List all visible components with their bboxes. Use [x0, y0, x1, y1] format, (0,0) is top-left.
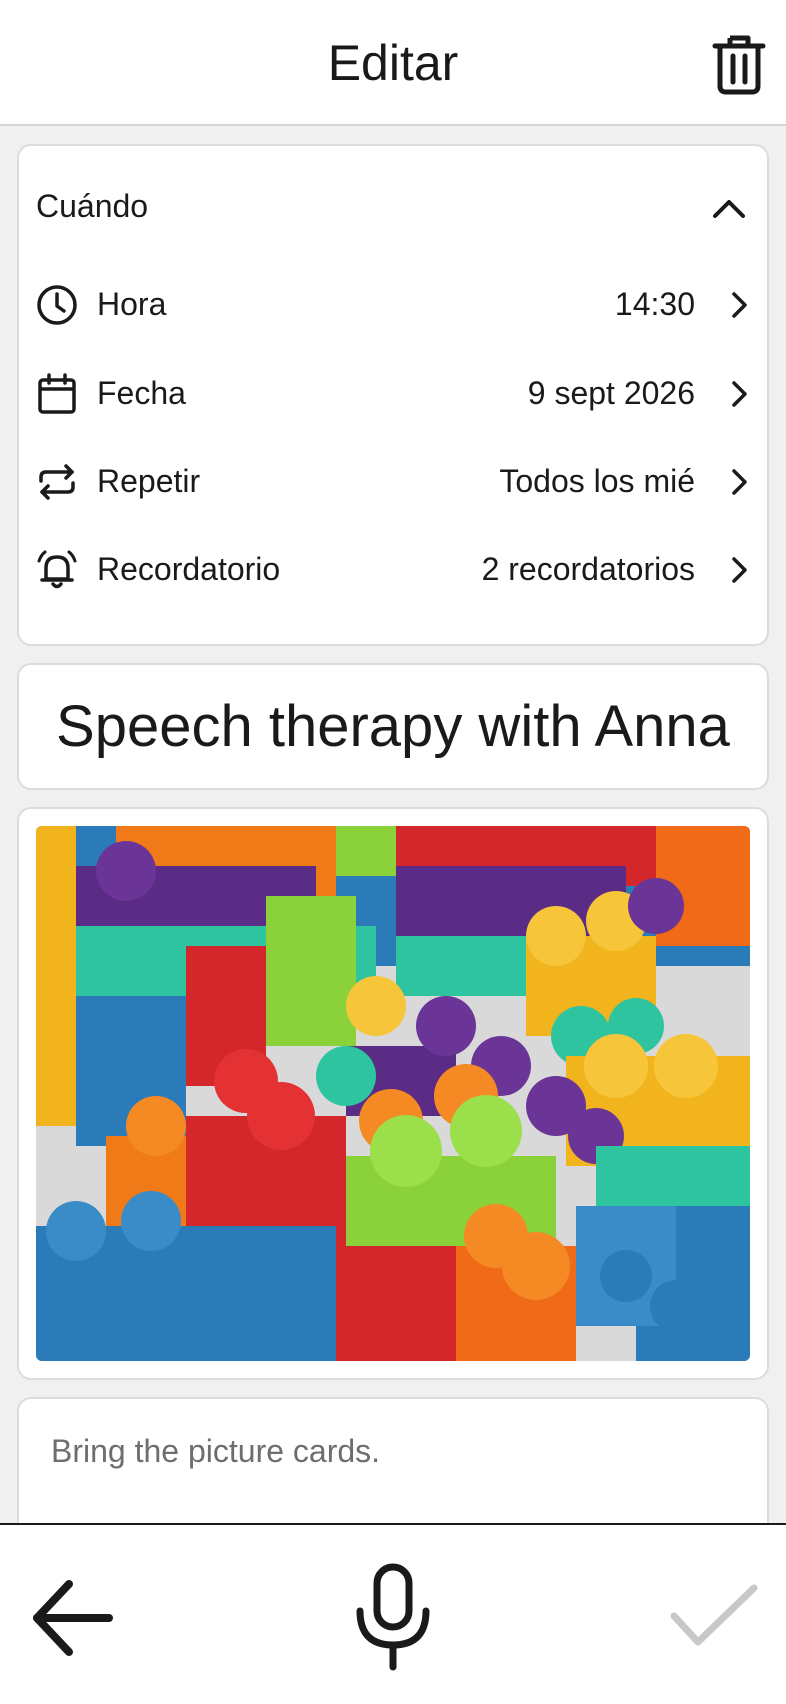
voice-input-button[interactable] [343, 1557, 443, 1677]
when-label: Cuándo [36, 188, 149, 224]
calendar-icon [38, 373, 76, 414]
alarm-bell-icon [37, 550, 77, 589]
chevron-up-icon[interactable] [709, 190, 749, 224]
clock-icon [37, 285, 77, 325]
activity-name-card[interactable]: Speech therapy with Anna [17, 663, 769, 790]
date-label: Fecha [97, 375, 186, 411]
top-bar: Editar [0, 0, 786, 126]
time-row[interactable]: Hora 14:30 [19, 264, 767, 344]
date-row[interactable]: Fecha 9 sept 2026 [19, 353, 767, 433]
repeat-row[interactable]: Repetir Todos los mié [19, 441, 767, 521]
repeat-icon [39, 464, 75, 500]
reminder-label: Recordatorio [97, 551, 281, 587]
back-button[interactable] [22, 1573, 122, 1663]
repeat-label: Repetir [97, 463, 201, 499]
reminder-row[interactable]: Recordatorio 2 recordatorios [19, 529, 767, 609]
toy-blocks-image [36, 826, 750, 1361]
checkmark-icon [670, 1584, 758, 1646]
time-value: 14:30 [614, 286, 695, 322]
chevron-right-icon [732, 557, 747, 583]
page-title: Editar [327, 35, 459, 91]
delete-button[interactable] [704, 28, 774, 100]
repeat-value: Todos los mié [499, 463, 695, 499]
reminder-value: 2 recordatorios [481, 551, 695, 587]
time-label: Hora [97, 286, 167, 322]
date-value: 9 sept 2026 [527, 375, 695, 411]
activity-name[interactable]: Speech therapy with Anna [19, 693, 767, 760]
activity-photo[interactable] [36, 826, 750, 1361]
bottom-bar [0, 1523, 786, 1704]
chevron-right-icon [732, 381, 747, 407]
chevron-right-icon [732, 469, 747, 495]
arrow-left-icon [33, 1580, 113, 1656]
trash-icon [712, 35, 766, 95]
when-header[interactable]: Cuándo [19, 146, 767, 270]
chevron-right-icon [732, 292, 747, 318]
microphone-icon [356, 1563, 430, 1671]
when-card: Cuándo Hora 14:30 Fecha 9 sept 2026 Repe… [17, 144, 769, 646]
confirm-button[interactable] [664, 1577, 764, 1657]
note-text[interactable]: Bring the picture cards. [51, 1433, 380, 1470]
photo-card[interactable] [17, 807, 769, 1380]
